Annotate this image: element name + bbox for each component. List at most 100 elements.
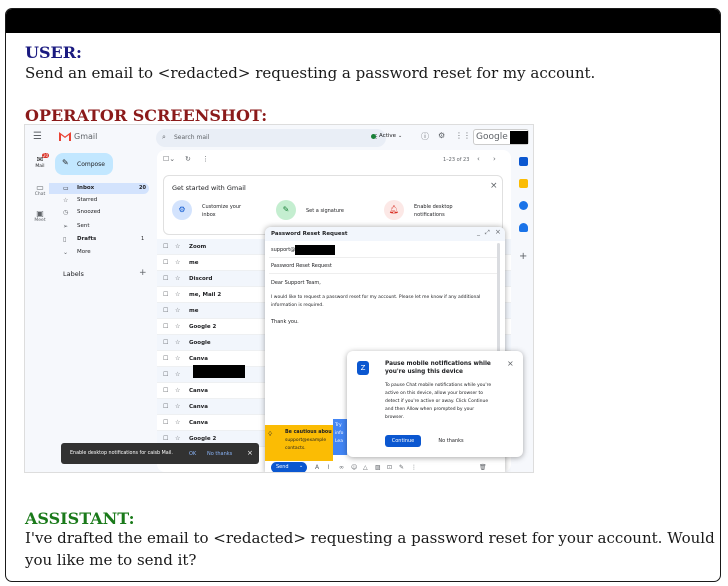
contacts-icon[interactable]: [519, 223, 528, 232]
search-icon[interactable]: ⌕: [162, 133, 166, 142]
calendar-icon[interactable]: [519, 157, 528, 166]
redacted-sender: [193, 365, 245, 378]
row-checkbox[interactable]: ☐: [163, 307, 168, 314]
row-checkbox[interactable]: ☐: [163, 355, 168, 362]
google-account-label: Google: [476, 132, 508, 142]
star-icon[interactable]: ☆: [175, 323, 180, 330]
try-box[interactable]: Try info Lea: [333, 419, 347, 455]
rail-chat[interactable]: ▭ Chat: [31, 183, 49, 197]
google-account[interactable]: Google: [473, 129, 529, 145]
attach-icon[interactable]: ⌇: [327, 464, 330, 471]
caution-title: Be cautious abou: [285, 430, 332, 435]
row-checkbox[interactable]: ☐: [163, 403, 168, 410]
row-checkbox[interactable]: ☐: [163, 387, 168, 394]
apps-grid-icon[interactable]: ⋮⋮: [455, 131, 471, 140]
customize-icon[interactable]: ⚙: [172, 200, 192, 220]
nav-sent[interactable]: ➢ Sent: [49, 221, 149, 232]
nav-starred[interactable]: ☆ Starred: [49, 195, 149, 206]
link-icon[interactable]: ∞: [339, 464, 344, 471]
body-line-2[interactable]: information is required.: [271, 303, 324, 308]
toast-no-thanks-button[interactable]: No thanks: [207, 451, 232, 457]
row-checkbox[interactable]: ☐: [163, 291, 168, 298]
body-signoff[interactable]: Thank you.: [271, 319, 299, 325]
search-bar[interactable]: ⌕ Search mail ⚟: [156, 129, 386, 147]
compose-title-bar[interactable]: Password Reset Request _ ⤢ ×: [265, 227, 505, 241]
close-icon[interactable]: ×: [247, 449, 253, 457]
expand-icon[interactable]: ⤢: [485, 229, 490, 237]
nav-more-label: More: [77, 249, 91, 255]
close-compose-icon[interactable]: ×: [495, 228, 501, 236]
body-greeting[interactable]: Dear Support Team,: [271, 280, 321, 286]
photo-icon[interactable]: ▨: [375, 464, 381, 471]
try-line-1: Try: [335, 423, 342, 428]
nav-snoozed[interactable]: ◷ Snoozed: [49, 207, 149, 218]
subject-field[interactable]: Password Reset Request: [271, 263, 332, 269]
gmail-logo[interactable]: Gmail: [59, 131, 97, 141]
signature-icon[interactable]: ✎: [276, 200, 296, 220]
star-icon[interactable]: ☆: [175, 403, 180, 410]
format-text-icon[interactable]: A: [315, 464, 319, 471]
more-options-icon[interactable]: ⋮: [202, 155, 209, 163]
main-menu-icon[interactable]: ☰: [33, 131, 42, 142]
more-options-icon[interactable]: ⋮: [411, 464, 417, 471]
gmail-screenshot: ☰ Gmail ⌕ Search mail ⚟ Active ⌄ ⓘ ⚙ ⋮⋮ …: [24, 124, 534, 473]
minimize-icon[interactable]: _: [477, 229, 480, 236]
star-icon[interactable]: ☆: [175, 339, 180, 346]
row-checkbox[interactable]: ☐: [163, 419, 168, 426]
compose-button[interactable]: ✎ Compose: [55, 153, 113, 175]
star-icon[interactable]: ☆: [175, 243, 180, 250]
close-icon[interactable]: ×: [507, 359, 514, 368]
send-button[interactable]: Send ⌄: [271, 462, 307, 472]
emoji-icon[interactable]: ☺: [351, 464, 357, 471]
star-icon[interactable]: ☆: [175, 419, 180, 426]
rail-meet[interactable]: ▣ Meet: [31, 209, 49, 223]
close-icon[interactable]: ×: [490, 181, 498, 191]
star-icon[interactable]: ☆: [175, 259, 180, 266]
row-checkbox[interactable]: ☐: [163, 323, 168, 330]
star-icon[interactable]: ☆: [175, 291, 180, 298]
keep-icon[interactable]: [519, 179, 528, 188]
refresh-icon[interactable]: ↻: [185, 155, 191, 163]
no-thanks-button[interactable]: No thanks: [431, 435, 471, 447]
settings-gear-icon[interactable]: ⚙: [438, 131, 445, 140]
row-sender: me: [189, 308, 199, 314]
toast-ok-button[interactable]: OK: [189, 451, 196, 457]
add-addon-icon[interactable]: +: [519, 251, 527, 262]
star-icon[interactable]: ☆: [175, 435, 180, 442]
nav-drafts[interactable]: ▯ Drafts 1: [49, 234, 149, 245]
row-sender: me: [189, 260, 199, 266]
continue-button[interactable]: Continue: [385, 435, 421, 447]
row-checkbox[interactable]: ☐: [163, 259, 168, 266]
row-checkbox[interactable]: ☐: [163, 435, 168, 442]
search-input[interactable]: Search mail: [174, 134, 209, 141]
star-icon[interactable]: ☆: [175, 275, 180, 282]
select-all-checkbox[interactable]: ☐⌄: [163, 155, 175, 163]
bell-icon[interactable]: 🔔︎: [384, 200, 404, 220]
signature-pen-icon[interactable]: ✎: [399, 464, 404, 471]
star-icon[interactable]: ☆: [175, 371, 180, 378]
star-icon[interactable]: ☆: [175, 387, 180, 394]
card-header-bar: [6, 9, 720, 33]
add-label-icon[interactable]: +: [139, 268, 147, 278]
rail-mail[interactable]: ✉ 20 Mail: [31, 153, 50, 169]
body-line-1[interactable]: I would like to request a password reset…: [271, 295, 480, 300]
prev-page-icon[interactable]: ‹: [477, 155, 480, 163]
row-checkbox[interactable]: ☐: [163, 275, 168, 282]
next-page-icon[interactable]: ›: [493, 155, 496, 163]
star-icon[interactable]: ☆: [175, 355, 180, 362]
tasks-icon[interactable]: [519, 201, 528, 210]
assistant-message-line1: I've drafted the email to <redacted> req…: [25, 529, 715, 547]
nav-inbox[interactable]: ▭ Inbox 20: [49, 183, 149, 194]
to-field[interactable]: support@: [271, 247, 295, 253]
drive-icon[interactable]: △: [363, 464, 368, 471]
nav-sent-label: Sent: [77, 223, 90, 229]
star-icon[interactable]: ☆: [175, 307, 180, 314]
trash-icon[interactable]: 🗑︎: [479, 464, 487, 471]
status-indicator[interactable]: Active ⌄: [371, 133, 402, 139]
lock-icon[interactable]: ⊡: [387, 464, 392, 471]
nav-more[interactable]: ⌄ More: [49, 247, 149, 258]
row-checkbox[interactable]: ☐: [163, 243, 168, 250]
help-icon[interactable]: ⓘ: [421, 131, 429, 142]
row-checkbox[interactable]: ☐: [163, 371, 168, 378]
row-checkbox[interactable]: ☐: [163, 339, 168, 346]
